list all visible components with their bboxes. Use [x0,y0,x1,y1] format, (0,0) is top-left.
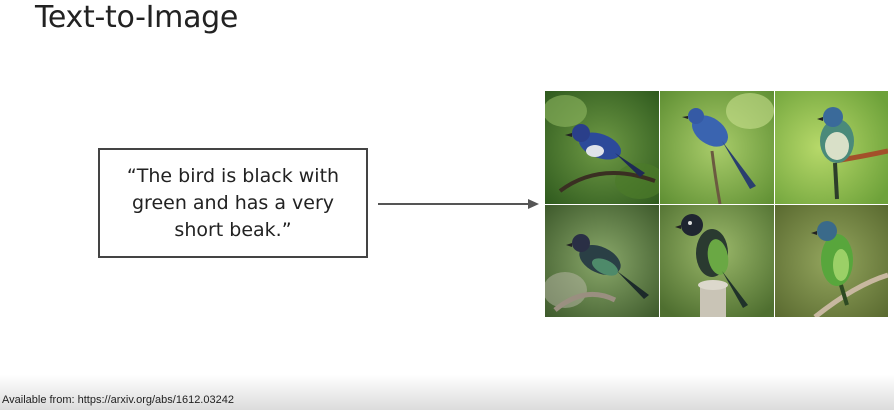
bird-image-4 [545,205,659,317]
bird-image-5 [660,205,774,317]
bird-image-3 [775,91,888,204]
bird-image-1 [545,91,659,204]
bird-image-6 [775,205,888,317]
prompt-text: “The bird is black with green and has a … [126,164,340,241]
right-arrow-icon [378,199,539,209]
bird-image-2 [660,91,774,204]
source-note: Available from: https://arxiv.org/abs/16… [2,394,234,406]
prompt-box: “The bird is black with green and has a … [98,148,368,258]
generated-images-grid [545,91,888,318]
slide-title: Text-to-Image [35,0,239,35]
